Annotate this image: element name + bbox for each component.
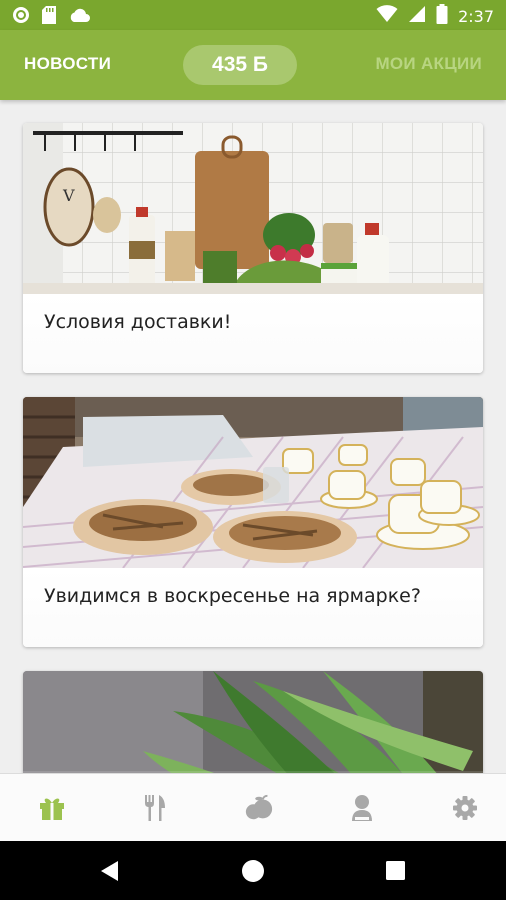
nav-menu[interactable] — [140, 793, 170, 823]
news-card[interactable]: Увидимся в воскресенье на ярмарке? — [23, 397, 483, 647]
news-card[interactable]: V Условия доставки! — [23, 123, 483, 373]
wifi-icon — [376, 5, 398, 27]
nav-profile[interactable] — [347, 793, 377, 823]
status-bar: 2:37 — [0, 0, 506, 30]
app-bar: НОВОСТИ 435 Б МОИ АКЦИИ — [0, 30, 506, 100]
fair-table-food-image — [23, 397, 483, 568]
circle-notification-icon — [12, 6, 30, 28]
card-caption-background — [23, 294, 483, 373]
system-navigation-bar — [0, 841, 506, 900]
news-title: Условия доставки! — [44, 311, 232, 333]
tab-news[interactable]: НОВОСТИ — [24, 54, 111, 74]
news-card[interactable] — [23, 671, 483, 773]
cloud-icon — [68, 7, 90, 27]
recents-icon[interactable] — [384, 859, 408, 883]
gift-icon — [40, 797, 64, 820]
home-icon[interactable] — [241, 859, 265, 883]
kitchen-shelf-image: V — [23, 123, 483, 294]
bottom-navigation — [0, 773, 506, 841]
sd-card-icon — [42, 6, 56, 28]
status-time: 2:37 — [458, 6, 494, 26]
card-caption-background — [23, 568, 483, 647]
news-title: Увидимся в воскресенье на ярмарке? — [44, 585, 421, 607]
points-balance-badge[interactable]: 435 Б — [183, 45, 297, 85]
fork-knife-icon — [145, 794, 166, 821]
cellular-signal-icon — [408, 5, 426, 27]
gear-icon — [453, 795, 477, 820]
news-feed[interactable]: V Условия доставки! Увидимся в воскресен… — [0, 100, 506, 773]
svg-text:V: V — [62, 186, 75, 205]
nav-settings[interactable] — [450, 793, 480, 823]
nav-products[interactable] — [244, 793, 274, 823]
wild-garlic-leaves-image — [23, 671, 483, 773]
battery-icon — [436, 4, 448, 28]
fruit-icon — [245, 794, 272, 819]
screen: 2:37 НОВОСТИ 435 Б МОИ АКЦИИ V Условия д… — [0, 0, 506, 900]
person-icon — [351, 794, 372, 821]
tab-my-promotions[interactable]: МОИ АКЦИИ — [375, 54, 482, 74]
nav-gifts[interactable] — [37, 793, 67, 823]
back-icon[interactable] — [98, 859, 122, 883]
